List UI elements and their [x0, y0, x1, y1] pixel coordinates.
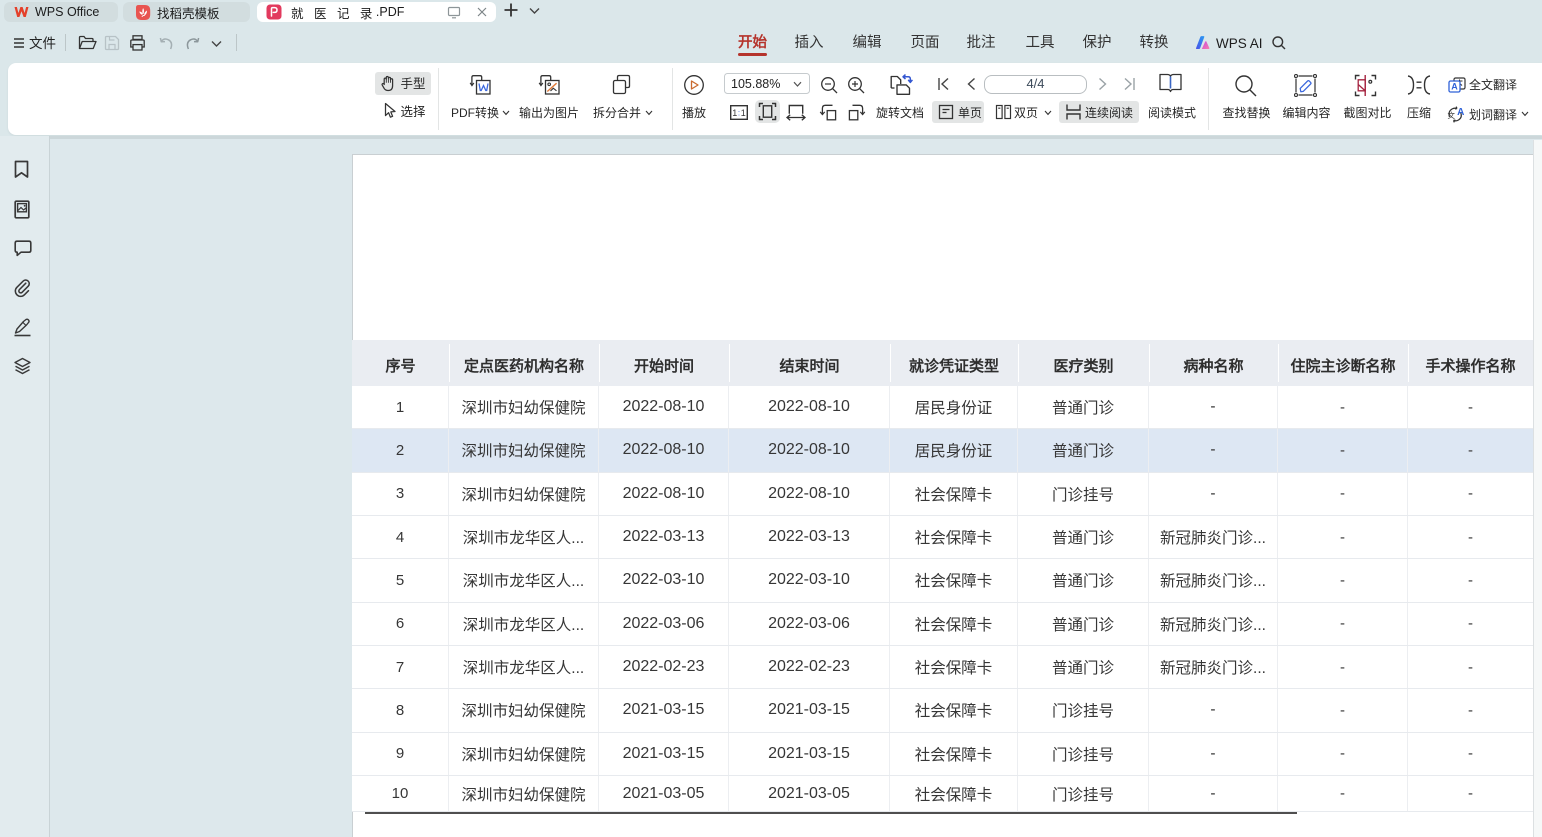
- svg-text:A: A: [1457, 107, 1464, 118]
- svg-text:文: 文: [1447, 110, 1455, 120]
- svg-text:1: 1: [741, 108, 746, 118]
- svg-text:A: A: [1451, 81, 1458, 91]
- svg-text:1: 1: [732, 108, 737, 118]
- svg-text::: :: [738, 109, 740, 118]
